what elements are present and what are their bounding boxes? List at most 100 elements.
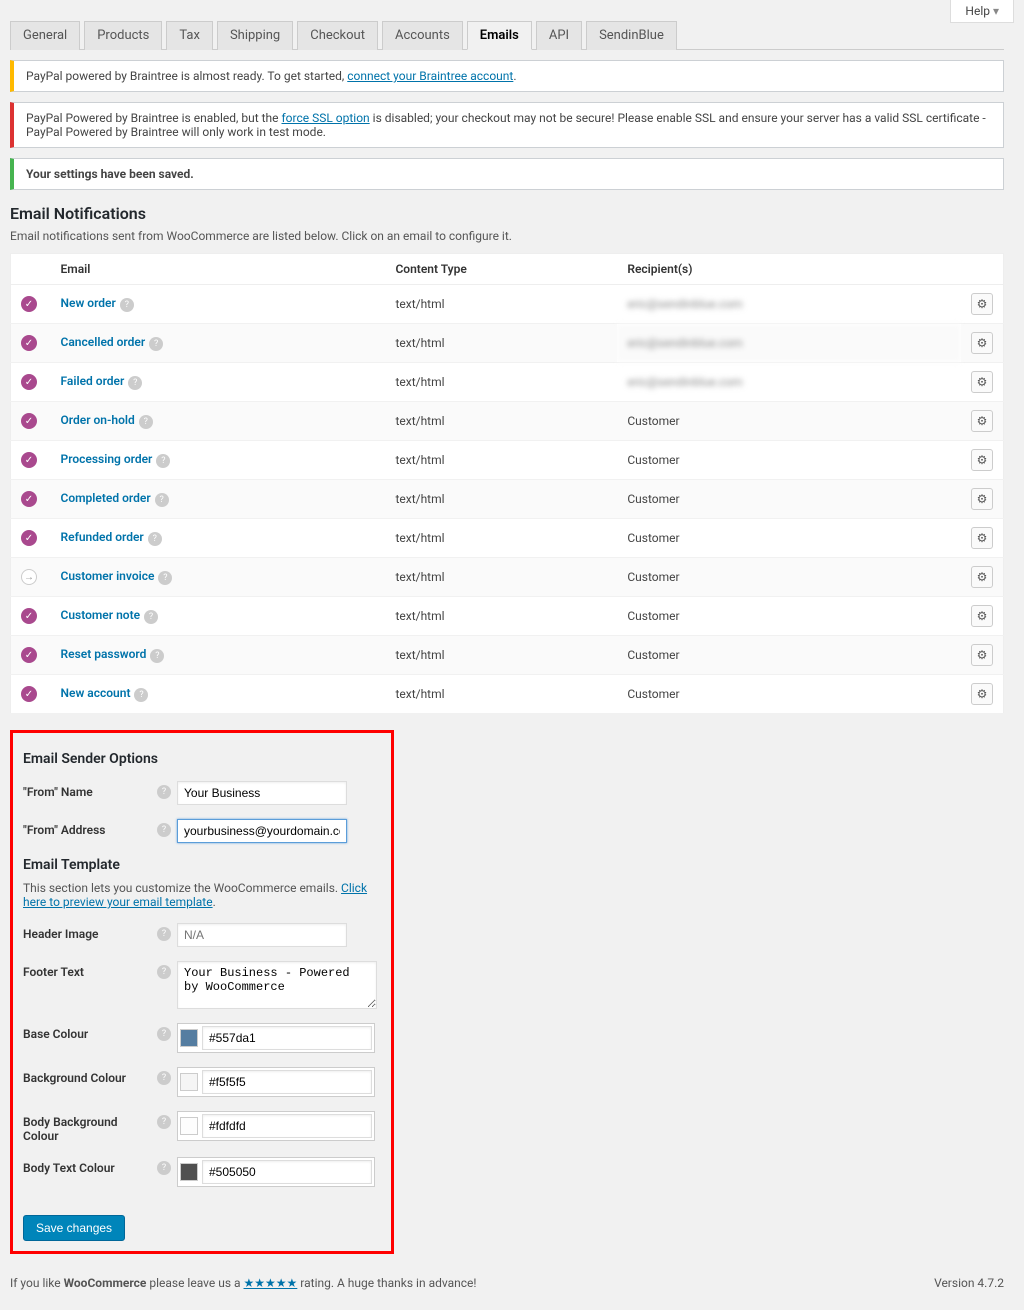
check-icon: ✓ bbox=[21, 608, 37, 624]
help-icon[interactable]: ? bbox=[158, 571, 172, 585]
help-icon[interactable]: ? bbox=[157, 965, 171, 979]
background-colour-picker[interactable] bbox=[177, 1067, 375, 1097]
desc-text: This section lets you customize the WooC… bbox=[23, 881, 341, 895]
help-icon[interactable]: ? bbox=[157, 1027, 171, 1041]
email-link[interactable]: Cancelled order bbox=[61, 335, 146, 349]
content-type: text/html bbox=[385, 636, 617, 675]
check-icon: ✓ bbox=[21, 374, 37, 390]
header-image-input[interactable] bbox=[177, 923, 347, 947]
colour-swatch bbox=[180, 1117, 198, 1135]
woocommerce-name: WooCommerce bbox=[64, 1276, 147, 1290]
gear-icon[interactable]: ⚙ bbox=[971, 371, 993, 393]
tab-emails[interactable]: Emails bbox=[467, 21, 532, 50]
recipient: Customer bbox=[617, 402, 961, 441]
gear-icon[interactable]: ⚙ bbox=[971, 644, 993, 666]
tab-general[interactable]: General bbox=[10, 21, 80, 50]
from-name-input[interactable] bbox=[177, 781, 347, 805]
page-title: Email Notifications bbox=[10, 204, 1004, 223]
recipient: eric@sendinblue.com bbox=[617, 363, 961, 402]
colour-swatch bbox=[180, 1029, 198, 1047]
body-text-colour-input[interactable] bbox=[202, 1160, 372, 1184]
gear-icon[interactable]: ⚙ bbox=[971, 488, 993, 510]
gear-icon[interactable]: ⚙ bbox=[971, 683, 993, 705]
help-icon[interactable]: ? bbox=[128, 376, 142, 390]
help-icon[interactable]: ? bbox=[156, 454, 170, 468]
tab-checkout[interactable]: Checkout bbox=[297, 21, 378, 50]
tab-products[interactable]: Products bbox=[84, 21, 162, 50]
desc-text: . bbox=[213, 895, 216, 909]
footer-text: please leave us a bbox=[146, 1276, 243, 1290]
header-image-label: Header Image bbox=[23, 923, 153, 941]
help-tab[interactable]: Help bbox=[950, 0, 1014, 23]
gear-icon[interactable]: ⚙ bbox=[971, 566, 993, 588]
tab-tax[interactable]: Tax bbox=[166, 21, 213, 50]
help-icon[interactable]: ? bbox=[157, 927, 171, 941]
tab-accounts[interactable]: Accounts bbox=[382, 21, 463, 50]
notice-settings-saved: Your settings have been saved. bbox=[10, 158, 1004, 190]
connect-braintree-link[interactable]: connect your Braintree account bbox=[347, 69, 513, 83]
content-type: text/html bbox=[385, 480, 617, 519]
background-colour-input[interactable] bbox=[202, 1070, 372, 1094]
recipient: Customer bbox=[617, 441, 961, 480]
body-bg-colour-picker[interactable] bbox=[177, 1111, 375, 1141]
rating-link[interactable]: ★★★★★ bbox=[244, 1276, 298, 1290]
email-template-title: Email Template bbox=[23, 857, 381, 873]
help-icon[interactable]: ? bbox=[144, 610, 158, 624]
content-type: text/html bbox=[385, 402, 617, 441]
tab-api[interactable]: API bbox=[536, 21, 582, 50]
gear-icon[interactable]: ⚙ bbox=[971, 410, 993, 432]
section-description: Email notifications sent from WooCommerc… bbox=[10, 229, 1004, 243]
help-icon[interactable]: ? bbox=[139, 415, 153, 429]
body-bg-colour-input[interactable] bbox=[202, 1114, 372, 1138]
tab-shipping[interactable]: Shipping bbox=[217, 21, 293, 50]
table-row: ✓New order?text/htmleric@sendinblue.com⚙ bbox=[11, 285, 1004, 324]
gear-icon[interactable]: ⚙ bbox=[971, 527, 993, 549]
email-link[interactable]: Customer invoice bbox=[61, 569, 155, 583]
recipient: Customer bbox=[617, 519, 961, 558]
gear-icon[interactable]: ⚙ bbox=[971, 605, 993, 627]
email-link[interactable]: New account bbox=[61, 686, 131, 700]
table-row: ✓Customer note?text/htmlCustomer⚙ bbox=[11, 597, 1004, 636]
email-link[interactable]: New order bbox=[61, 296, 116, 310]
help-icon[interactable]: ? bbox=[157, 1071, 171, 1085]
footer-text-input[interactable]: Your Business - Powered by WooCommerce bbox=[177, 961, 377, 1009]
template-description: This section lets you customize the WooC… bbox=[23, 881, 381, 909]
body-text-colour-picker[interactable] bbox=[177, 1157, 375, 1187]
table-row: →Customer invoice?text/htmlCustomer⚙ bbox=[11, 558, 1004, 597]
recipient: eric@sendinblue.com bbox=[617, 285, 961, 324]
gear-icon[interactable]: ⚙ bbox=[971, 449, 993, 471]
help-icon[interactable]: ? bbox=[149, 337, 163, 351]
gear-icon[interactable]: ⚙ bbox=[971, 332, 993, 354]
help-icon[interactable]: ? bbox=[157, 785, 171, 799]
email-link[interactable]: Failed order bbox=[61, 374, 125, 388]
footer-text: If you like bbox=[10, 1276, 64, 1290]
check-icon: ✓ bbox=[21, 686, 37, 702]
gear-icon[interactable]: ⚙ bbox=[971, 293, 993, 315]
colour-swatch bbox=[180, 1073, 198, 1091]
tab-sendinblue[interactable]: SendinBlue bbox=[586, 21, 677, 50]
check-icon: ✓ bbox=[21, 530, 37, 546]
save-changes-button[interactable]: Save changes bbox=[23, 1215, 125, 1241]
email-link[interactable]: Reset password bbox=[61, 647, 147, 661]
force-ssl-link[interactable]: force SSL option bbox=[282, 111, 370, 125]
email-link[interactable]: Customer note bbox=[61, 608, 141, 622]
help-icon[interactable]: ? bbox=[134, 688, 148, 702]
help-icon[interactable]: ? bbox=[157, 1161, 171, 1175]
colour-swatch bbox=[180, 1163, 198, 1181]
highlighted-section: Email Sender Options "From" Name ? "From… bbox=[10, 730, 394, 1254]
email-link[interactable]: Completed order bbox=[61, 491, 151, 505]
help-icon[interactable]: ? bbox=[148, 532, 162, 546]
help-icon[interactable]: ? bbox=[155, 493, 169, 507]
email-link[interactable]: Processing order bbox=[61, 452, 153, 466]
email-link[interactable]: Refunded order bbox=[61, 530, 144, 544]
base-colour-picker[interactable] bbox=[177, 1023, 375, 1053]
from-address-input[interactable] bbox=[177, 819, 347, 843]
base-colour-input[interactable] bbox=[202, 1026, 372, 1050]
email-link[interactable]: Order on-hold bbox=[61, 413, 135, 427]
body-text-colour-label: Body Text Colour bbox=[23, 1157, 153, 1175]
help-icon[interactable]: ? bbox=[157, 1115, 171, 1129]
content-type: text/html bbox=[385, 675, 617, 714]
help-icon[interactable]: ? bbox=[120, 298, 134, 312]
help-icon[interactable]: ? bbox=[157, 823, 171, 837]
help-icon[interactable]: ? bbox=[150, 649, 164, 663]
